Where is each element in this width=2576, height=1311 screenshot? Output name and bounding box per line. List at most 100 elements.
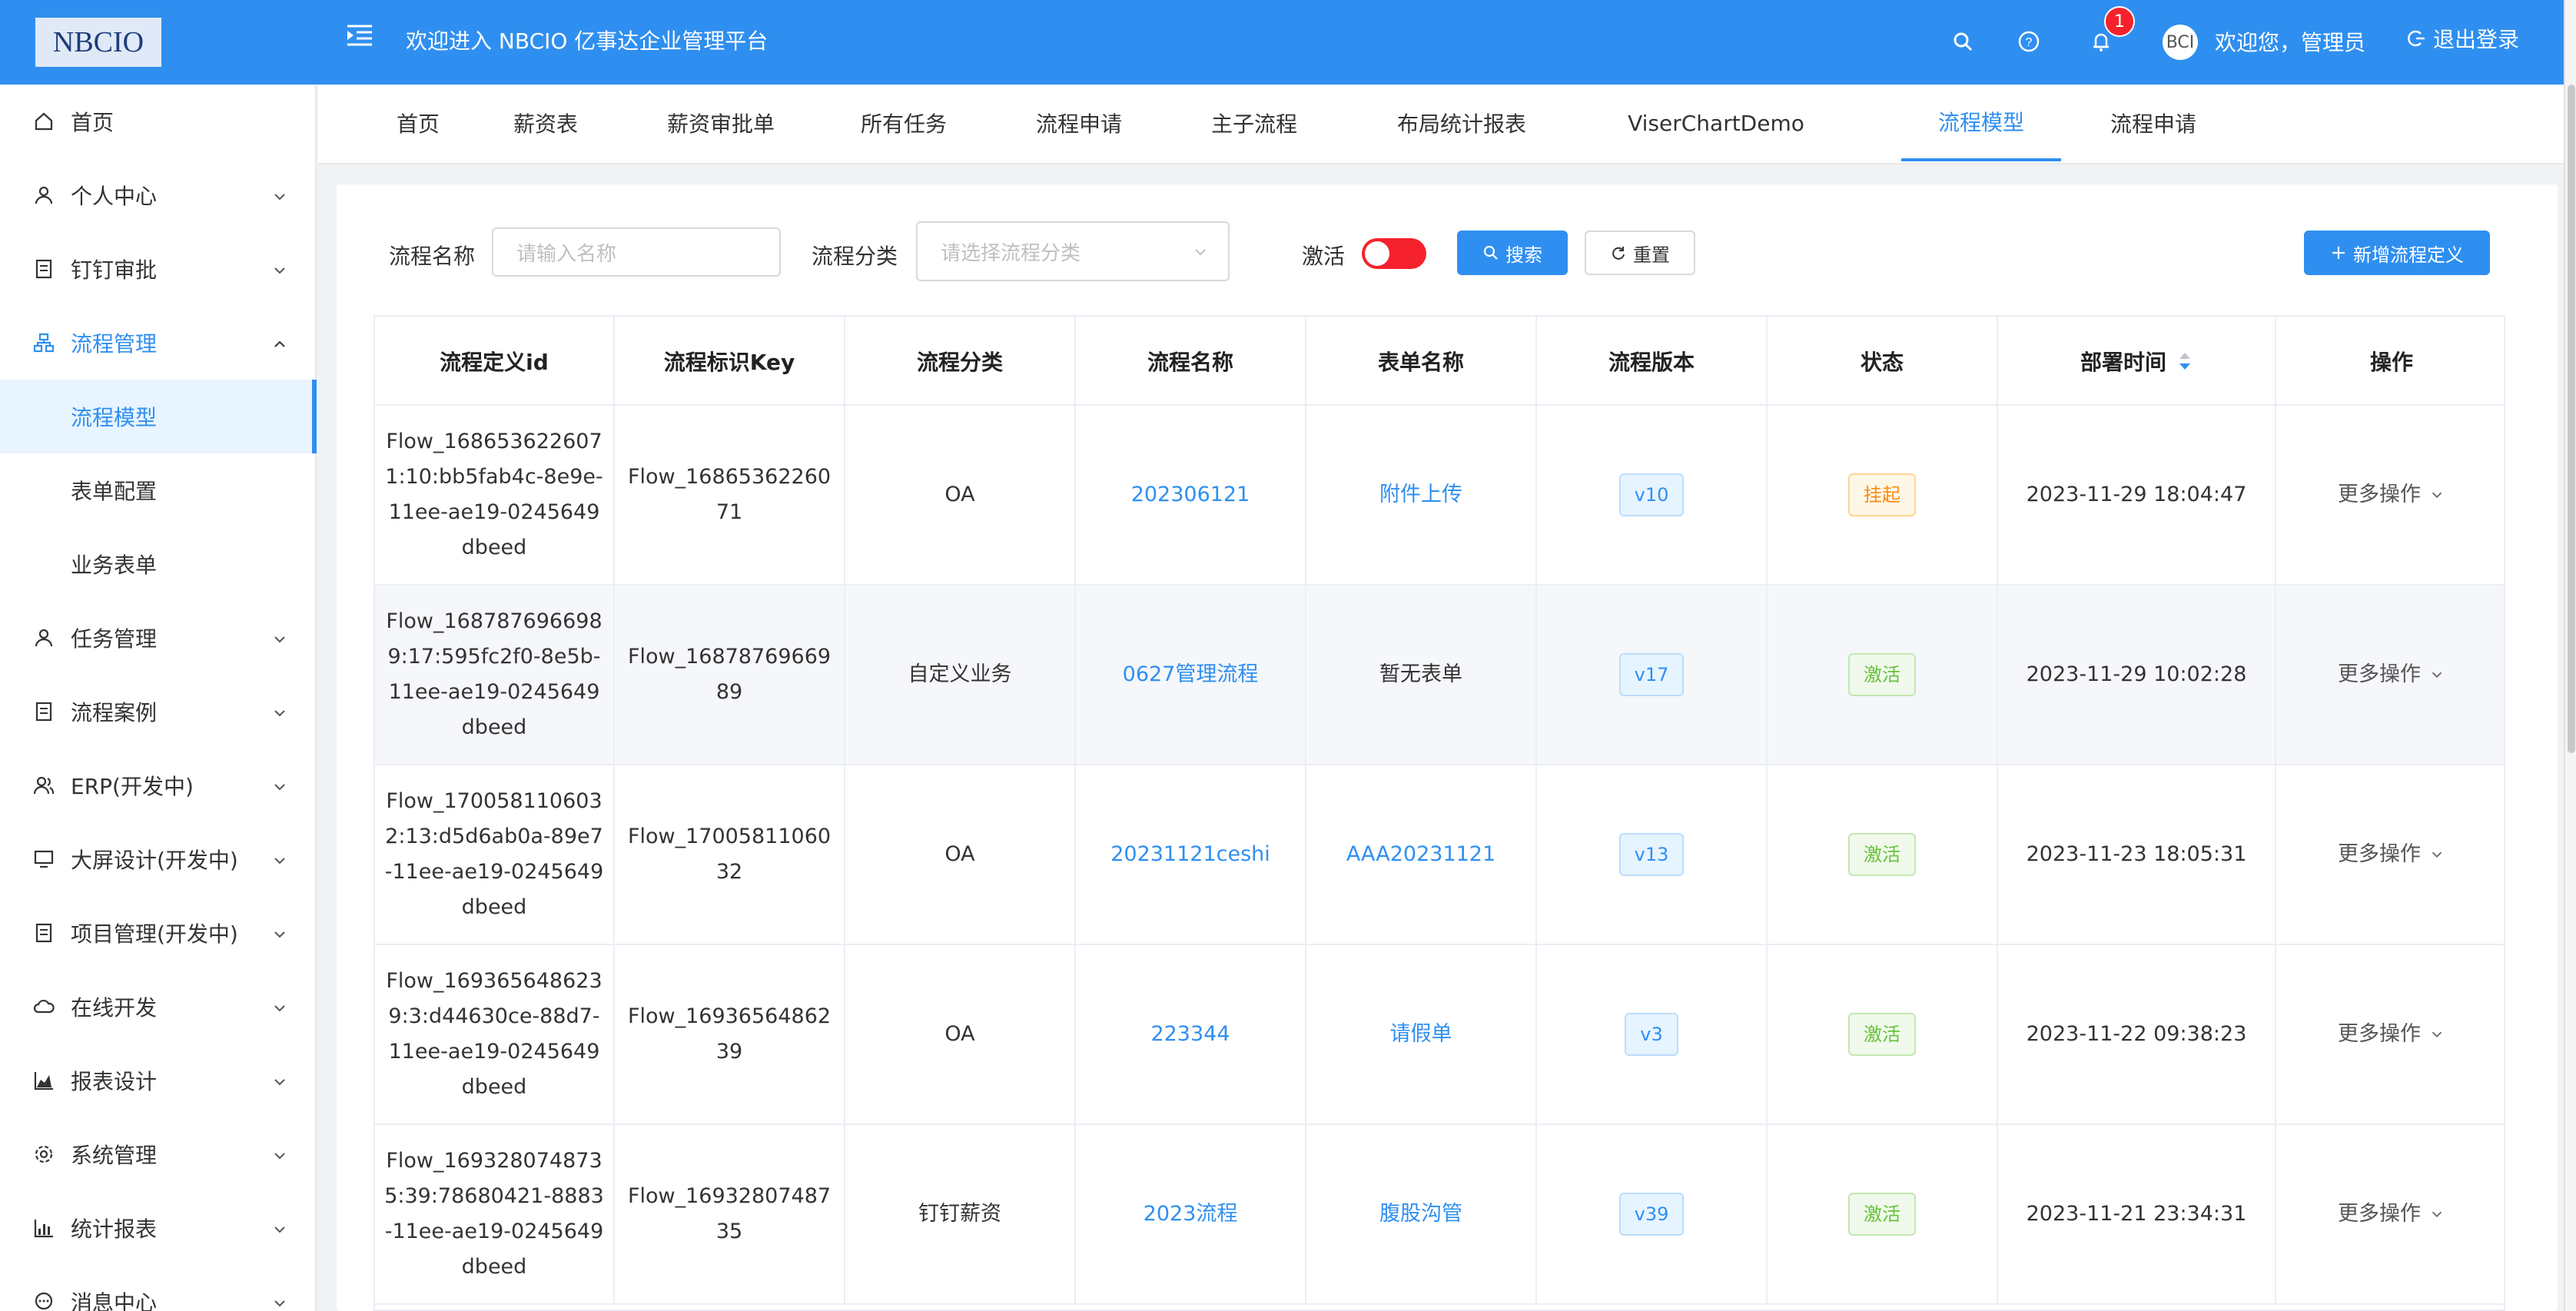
cell-form-name: 暂无表单 <box>1306 586 1537 764</box>
add-process-definition-button[interactable]: 新增流程定义 <box>2304 231 2490 275</box>
more-actions-dropdown[interactable]: 更多操作 <box>2338 1017 2445 1052</box>
logo[interactable]: NBCIO <box>35 18 161 67</box>
search-icon <box>1483 245 1498 260</box>
help-icon[interactable]: ? <box>2013 26 2044 57</box>
category-placeholder: 请选择流程分类 <box>941 241 1081 265</box>
column-header: 流程名称 <box>1076 317 1306 406</box>
sidebar-item-screen-design[interactable]: 大屏设计(开发中) <box>0 822 317 896</box>
sidebar-item-personal[interactable]: 个人中心 <box>0 158 317 232</box>
sidebar-item-task-mgmt[interactable]: 任务管理 <box>0 601 317 675</box>
tab-master-sub-process[interactable]: 主子流程 <box>1200 85 1308 161</box>
sidebar-item-project-mgmt[interactable]: 项目管理(开发中) <box>0 896 317 970</box>
column-header-label: 部署时间 <box>2080 350 2166 375</box>
more-actions-dropdown[interactable]: 更多操作 <box>2338 477 2445 513</box>
cell-form-name-link[interactable]: 附件上传 <box>1306 406 1537 584</box>
sidebar-item-label: 首页 <box>71 110 115 135</box>
process-name-input[interactable]: 请输入名称 <box>492 227 781 277</box>
cell-form-name-link[interactable]: AAA20231121 <box>1306 765 1537 944</box>
chevron-down-icon <box>271 850 289 868</box>
chevron-down-icon <box>271 997 289 1016</box>
cell-deploy-time: 2023-11-23 18:05:31 <box>1998 765 2276 944</box>
cell-process-name-link[interactable]: 20231121ceshi <box>1076 765 1306 944</box>
team-icon <box>32 774 55 797</box>
menu-fold-icon[interactable] <box>344 22 375 52</box>
more-actions-label: 更多操作 <box>2338 1022 2421 1046</box>
more-actions-dropdown[interactable]: 更多操作 <box>2338 837 2445 872</box>
search-button[interactable]: 搜索 <box>1457 231 1568 275</box>
cell-actions: 更多操作 <box>2276 406 2504 584</box>
logout-button[interactable]: 退出登录 <box>2405 23 2519 54</box>
sidebar-item-process-mgmt[interactable]: 流程管理 <box>0 306 317 380</box>
table-header: 流程定义id 流程标识Key 流程分类 流程名称 表单名称 流程版本 状态 部署… <box>375 317 2504 406</box>
cell-process-name-link[interactable]: 2023流程 <box>1076 1125 1306 1303</box>
sidebar-item-label: ERP(开发中) <box>71 774 194 799</box>
status-badge: 激活 <box>1848 833 1916 876</box>
reset-button[interactable]: 重置 <box>1585 231 1695 275</box>
active-toggle[interactable] <box>1362 238 1426 269</box>
table-row: Flow_1687876966989:17:595fc2f0-8e5b-11ee… <box>375 586 2504 765</box>
process-category-select[interactable]: 请选择流程分类 <box>916 221 1230 281</box>
chevron-down-icon <box>2432 492 2442 499</box>
cell-deploy-time: 2023-11-21 23:34:31 <box>1998 1125 2276 1303</box>
status-badge: 激活 <box>1848 1013 1916 1056</box>
sidebar-item-home[interactable]: 首页 <box>0 85 317 158</box>
column-header: 操作 <box>2369 350 2413 375</box>
tab-salary-approval[interactable]: 薪资审批单 <box>659 85 782 161</box>
cell-key: Flow_1686536226071 <box>615 406 845 584</box>
chevron-down-icon <box>2432 672 2442 679</box>
logout-icon <box>2408 30 2425 47</box>
avatar[interactable]: BCI <box>2163 25 2198 60</box>
sort-icon[interactable] <box>2177 350 2193 372</box>
version-tag: v3 <box>1625 1013 1678 1056</box>
cell-definition-id: Flow_1700581106032:13:d5d6ab0a-89e7-11ee… <box>375 765 615 944</box>
cell-version: v17 <box>1537 586 1768 764</box>
chevron-down-icon <box>271 629 289 647</box>
cell-definition-id: Flow_1686536226071:10:bb5fab4c-8e9e-11ee… <box>375 406 615 584</box>
cell-version: v3 <box>1537 945 1768 1123</box>
cell-form-name-link[interactable]: 请假单 <box>1306 945 1537 1123</box>
cell-process-name-link[interactable]: 202306121 <box>1076 406 1306 584</box>
search-icon[interactable] <box>1947 26 1978 57</box>
scrollbar-thumb[interactable] <box>2568 85 2575 753</box>
sidebar-item-system-mgmt[interactable]: 系统管理 <box>0 1117 317 1191</box>
column-header-deploy-time[interactable]: 部署时间 <box>1998 317 2276 406</box>
more-actions-dropdown[interactable]: 更多操作 <box>2338 657 2445 692</box>
sidebar-subitem-business-form[interactable]: 业务表单 <box>0 527 317 601</box>
tab-process-apply-2[interactable]: 流程申请 <box>2076 85 2230 161</box>
sidebar-subitem-process-model[interactable]: 流程模型 <box>0 380 317 453</box>
table-row: Flow_1686536226071:10:bb5fab4c-8e9e-11ee… <box>375 406 2504 586</box>
cell-form-name-link[interactable]: 腹股沟管 <box>1306 1125 1537 1303</box>
sidebar-item-label: 钉钉审批 <box>71 257 158 283</box>
cell-process-name-link[interactable]: 0627管理流程 <box>1076 586 1306 764</box>
tab-process-apply[interactable]: 流程申请 <box>1025 85 1133 161</box>
user-greeting[interactable]: 欢迎您，管理员 <box>2215 26 2365 57</box>
version-tag: v13 <box>1618 833 1685 876</box>
welcome-text: 欢迎进入 NBCIO 亿事达企业管理平台 <box>406 28 768 54</box>
tab-layout-stat-report[interactable]: 布局统计报表 <box>1377 85 1546 161</box>
sidebar-item-stat-report[interactable]: 统计报表 <box>0 1191 317 1265</box>
tab-process-model[interactable]: 流程模型 <box>1901 85 2061 161</box>
sidebar-item-report-design[interactable]: 报表设计 <box>0 1044 317 1117</box>
cell-process-name-link[interactable]: 223344 <box>1076 945 1306 1123</box>
svg-text:?: ? <box>2026 36 2033 49</box>
page-scrollbar[interactable] <box>2564 0 2576 1311</box>
sidebar-item-online-dev[interactable]: 在线开发 <box>0 970 317 1044</box>
tab-salary-table[interactable]: 薪资表 <box>507 85 584 161</box>
chevron-up-icon <box>271 334 289 352</box>
table-row: Flow_1700581106032:13:d5d6ab0a-89e7-11ee… <box>375 765 2504 945</box>
cell-deploy-time: 2023-11-29 10:02:28 <box>1998 586 2276 764</box>
chevron-down-icon <box>2432 851 2442 858</box>
more-actions-dropdown[interactable]: 更多操作 <box>2338 1196 2445 1232</box>
sidebar-subitem-form-config[interactable]: 表单配置 <box>0 453 317 527</box>
tab-all-tasks[interactable]: 所有任务 <box>850 85 958 161</box>
sidebar-item-message-center[interactable]: 消息中心 <box>0 1265 317 1311</box>
sidebar-item-erp[interactable]: ERP(开发中) <box>0 748 317 822</box>
cell-status: 激活 <box>1768 765 1998 944</box>
tab-home[interactable]: 首页 <box>380 85 456 161</box>
sidebar-item-dingtalk[interactable]: 钉钉审批 <box>0 232 317 306</box>
sidebar-subitem-label: 业务表单 <box>71 553 158 578</box>
sidebar-item-process-case[interactable]: 流程案例 <box>0 675 317 748</box>
process-name-label: 流程名称 <box>389 244 476 269</box>
cell-definition-id: Flow_1693656486239:3:d44630ce-88d7-11ee-… <box>375 945 615 1123</box>
tab-viser-chart-demo[interactable]: ViserChartDemo <box>1598 85 1834 161</box>
